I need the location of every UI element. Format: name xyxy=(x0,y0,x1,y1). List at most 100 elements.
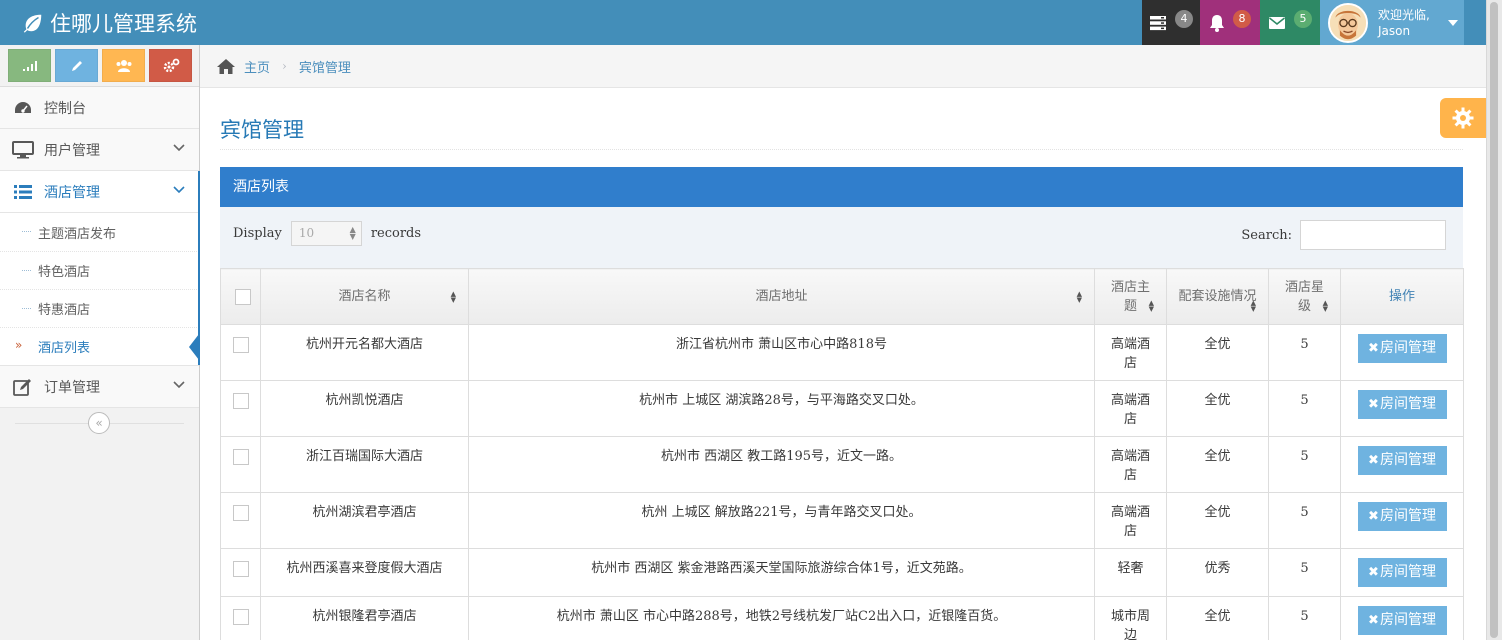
sidebar: 控制台 用户管理 酒店管理 主题酒店发布 特色酒店 特惠酒店 » 酒店列表 订单… xyxy=(0,45,200,640)
hotel-stars-cell: 5 xyxy=(1268,324,1341,381)
hotel-facilities-cell: 全优 xyxy=(1166,492,1269,549)
leaf-icon xyxy=(23,14,42,33)
hotel-address-cell: 杭州市 西湖区 教工路195号，近文一路。 xyxy=(468,436,1095,493)
brand[interactable]: 住哪儿管理系统 xyxy=(22,8,197,38)
page-size-select[interactable]: 10 ▲ ▼ xyxy=(290,221,362,246)
app-title: 住哪儿管理系统 xyxy=(50,12,197,36)
column-header-label: 配套设施情况 xyxy=(1178,289,1257,304)
row-checkbox[interactable] xyxy=(232,337,249,353)
hotel-theme-cell: 高端酒店 xyxy=(1094,436,1167,493)
display-label: Display xyxy=(233,226,282,241)
table-header-row: 酒店名称 ▲ ▼ 酒店地址 ▲ ▼ 酒店主题 ▲ ▼ 配套设施情况 ▲ ▼ 酒店星级 ▲ ▼ 操作 xyxy=(220,268,1464,325)
hotel-facilities-cell: 全优 xyxy=(1166,596,1269,640)
search-input[interactable] xyxy=(1300,220,1446,250)
scrollbar-thumb[interactable] xyxy=(1490,2,1498,638)
room-management-button[interactable]: ✖ 房间管理 xyxy=(1357,390,1447,419)
column-header-label: 酒店名称 xyxy=(338,289,391,304)
hotel-theme-cell: 高端酒店 xyxy=(1094,324,1167,381)
tasks-count-badge: 4 xyxy=(1175,9,1193,28)
page-size-value: 10 xyxy=(298,226,315,240)
sidebar-item-label: 用户管理 xyxy=(44,142,100,159)
hotel-theme-cell: 高端酒店 xyxy=(1094,492,1167,549)
records-label: records xyxy=(370,226,422,241)
submenu-item-theme-hotel-publish[interactable]: 主题酒店发布 xyxy=(0,213,199,251)
room-management-button[interactable]: ✖ 房间管理 xyxy=(1357,502,1447,531)
table-row: 杭州凯悦酒店 杭州市 上城区 湖滨路28号，与平海路交叉口处。 高端酒店 全优 … xyxy=(220,380,1464,437)
hotel-name-cell: 杭州湖滨君亭酒店 xyxy=(260,492,469,549)
row-select-cell xyxy=(220,436,261,493)
hotel-name-cell: 杭州开元名都大酒店 xyxy=(260,324,469,381)
room-management-button[interactable]: ✖ 房间管理 xyxy=(1357,334,1447,363)
shortcut-users-button[interactable] xyxy=(102,49,145,82)
select-all-cell xyxy=(220,268,261,325)
submenu-item-hotel-list[interactable]: » 酒店列表 xyxy=(0,327,199,365)
chevron-down-icon xyxy=(173,144,185,152)
shortcut-stats-button[interactable] xyxy=(8,49,51,82)
collapse-sidebar-button[interactable]: « xyxy=(88,412,110,434)
sidebar-item-hotels[interactable]: 酒店管理 xyxy=(0,171,200,213)
table-row: 杭州银隆君亭酒店 杭州市 萧山区 市心中路288号，地铁2号线杭发厂站C2出入口… xyxy=(220,596,1464,640)
hotel-table: 酒店名称 ▲ ▼ 酒店地址 ▲ ▼ 酒店主题 ▲ ▼ 配套设施情况 ▲ ▼ 酒店星级 ▲ ▼ 操作 … xyxy=(220,268,1464,640)
hotel-stars-cell: 5 xyxy=(1268,548,1341,597)
sidebar-item-orders[interactable]: 订单管理 xyxy=(0,366,199,408)
notifications-count-badge: 8 xyxy=(1233,9,1251,28)
room-management-label: 房间管理 xyxy=(1379,564,1436,580)
messages-button[interactable]: 5 xyxy=(1260,0,1320,45)
room-management-button[interactable]: ✖ 房间管理 xyxy=(1357,558,1447,587)
submenu-item-discount-hotels[interactable]: 特惠酒店 xyxy=(0,289,199,327)
sidebar-item-dashboard[interactable]: 控制台 xyxy=(0,87,199,129)
submenu-item-featured-hotels[interactable]: 特色酒店 xyxy=(0,251,199,289)
user-greeting: 欢迎光临, xyxy=(1378,7,1430,22)
breadcrumb: 主页 › 宾馆管理 xyxy=(200,45,1486,88)
hotel-name-cell: 浙江百瑞国际大酒店 xyxy=(260,436,469,493)
search-control: Search: xyxy=(1241,220,1446,250)
column-header-stars[interactable]: 酒店星级 ▲ ▼ xyxy=(1268,268,1341,325)
row-checkbox[interactable] xyxy=(232,505,249,521)
row-checkbox[interactable] xyxy=(232,393,249,409)
hotels-submenu: 主题酒店发布 特色酒店 特惠酒店 » 酒店列表 xyxy=(0,213,200,366)
tasks-button[interactable]: 4 xyxy=(1142,0,1200,45)
shortcut-edit-button[interactable] xyxy=(55,49,98,82)
room-management-label: 房间管理 xyxy=(1379,612,1436,628)
page-size-control: Display 10 ▲ ▼ records xyxy=(233,221,421,246)
group-icon xyxy=(116,59,131,72)
close-icon: ✖ xyxy=(1368,341,1379,356)
column-header-address[interactable]: 酒店地址 ▲ ▼ xyxy=(468,268,1095,325)
room-management-button[interactable]: ✖ 房间管理 xyxy=(1357,606,1447,635)
caret-down-icon xyxy=(1447,19,1458,26)
tasks-icon xyxy=(1150,15,1166,30)
notifications-button[interactable]: 8 xyxy=(1200,0,1260,45)
breadcrumb-separator: › xyxy=(282,59,287,73)
page-title: 宾馆管理 xyxy=(220,118,304,142)
hotel-facilities-cell: 优秀 xyxy=(1166,548,1269,597)
hotel-name-cell: 杭州西溪喜来登度假大酒店 xyxy=(260,548,469,597)
double-angle-left-icon: « xyxy=(95,416,103,430)
row-checkbox[interactable] xyxy=(232,561,249,577)
user-menu[interactable]: 欢迎光临, Jason xyxy=(1320,0,1464,45)
column-header-label: 操作 xyxy=(1388,289,1415,304)
sort-icon: ▲ ▼ xyxy=(1148,299,1154,313)
column-header-theme[interactable]: 酒店主题 ▲ ▼ xyxy=(1094,268,1167,325)
column-header-label: 酒店星级 xyxy=(1284,279,1324,314)
sidebar-item-label: 控制台 xyxy=(44,100,86,117)
actions-cell: ✖ 房间管理 xyxy=(1340,436,1464,493)
table-title: 酒店列表 xyxy=(220,167,1463,207)
column-header-label: 酒店地址 xyxy=(755,289,808,304)
column-header-name[interactable]: 酒店名称 ▲ ▼ xyxy=(260,268,469,325)
table-row: 杭州西溪喜来登度假大酒店 杭州市 西湖区 紫金港路西溪天堂国际旅游综合体1号，近… xyxy=(220,548,1464,597)
row-checkbox[interactable] xyxy=(232,609,249,625)
sidebar-item-users[interactable]: 用户管理 xyxy=(0,129,199,171)
select-all-checkbox[interactable] xyxy=(235,288,251,305)
room-management-label: 房间管理 xyxy=(1379,396,1436,412)
datatable-toolbar: Display 10 ▲ ▼ records Search: xyxy=(220,207,1463,269)
breadcrumb-current[interactable]: 宾馆管理 xyxy=(299,57,351,76)
breadcrumb-home-link[interactable]: 主页 xyxy=(244,57,270,76)
room-management-button[interactable]: ✖ 房间管理 xyxy=(1357,446,1447,475)
table-row: 杭州开元名都大酒店 浙江省杭州市 萧山区市心中路818号 高端酒店 全优 5 ✖… xyxy=(220,324,1464,381)
row-checkbox[interactable] xyxy=(232,449,249,465)
column-header-facilities[interactable]: 配套设施情况 ▲ ▼ xyxy=(1166,268,1269,325)
top-navbar: 住哪儿管理系统 4 8 5 欢迎光临, Jason xyxy=(0,0,1486,45)
sidebar-item-label: 订单管理 xyxy=(44,379,100,396)
shortcut-settings-button[interactable] xyxy=(149,49,192,82)
sort-icon: ▲ ▼ xyxy=(1076,289,1082,304)
